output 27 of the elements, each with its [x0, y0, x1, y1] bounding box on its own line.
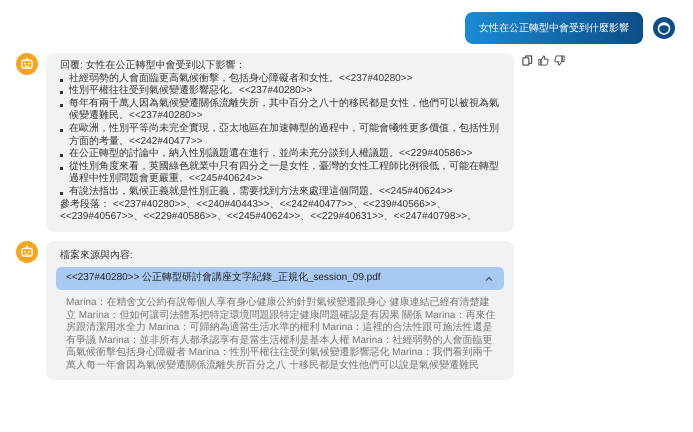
- bullet-icon: [60, 166, 63, 170]
- answer-intro: 回覆: 女性在公正轉型中會受到以下影響：: [60, 60, 247, 72]
- thumbs-up-icon[interactable]: [538, 55, 549, 66]
- robot-avatar-icon: [16, 53, 38, 75]
- user-message: 女性在公正轉型中會受到什麼影響: [465, 12, 643, 44]
- answer-bullet: 在公正轉型的討論中，納入性別議題還在進行，並尚未充分談到人權議題。<<229#40586>>: [69, 148, 472, 160]
- robot-avatar-icon: [16, 240, 38, 263]
- file-name: <<237#40280>> 公正轉型研討會講座文字紀錄_正規化_session_09.pdf: [66, 272, 381, 285]
- file-accordion[interactable]: <<237#40280>> 公正轉型研討會講座文字紀錄_正規化_session_09.pdf: [56, 267, 504, 290]
- sources-title: 檔案來源與內容:: [60, 250, 134, 262]
- answer-bullet: 社經弱勢的人會面臨更高氣候衝擊，包括身心障礙者和女性。<<237#40280>>: [69, 72, 412, 84]
- answer-bullet: 每年有兩千萬人因為氣候變遷關係流離失所，其中百分之八十的移民都是女性，他們可以被視為氣候變遷難民。<<237#40280>>: [69, 98, 500, 122]
- answer-bullet: 有說法指出，氣候正義就是性別正義，需要找到方法來處理這個問題。<<245#40624>>: [69, 186, 452, 198]
- copy-icon[interactable]: [522, 55, 533, 66]
- reference-list: 參考段落： <<237#40280>>、<<240#40443>>、<<242#40477>>、<<239#40566>>、<<239#40567>>、<<229#40586>>、<<245#40624>>、<<229#40631>>、<<247#40798>>。: [60, 198, 504, 224]
- bullet-icon: [60, 104, 63, 107]
- bullet-icon: [60, 192, 63, 195]
- bullet-icon: [60, 78, 63, 82]
- thumbs-down-icon[interactable]: [554, 55, 565, 66]
- bullet-icon: [60, 128, 63, 132]
- answer-bullet: 在歐洲，性別平等尚未完全實現，亞太地區在加速轉型的過程中，可能會犧牲更多價值，包括性別方面的考量。<<242#40477>>: [69, 122, 500, 148]
- bullet-icon: [60, 154, 63, 158]
- file-excerpt: Marina：在精舍文公約有說每個人享有身心健康公約針對氣候變遷跟身心 健康連結已經有清楚建立 Marina：但如何讓司法體系把特定環境問題跟特定健康問題確認是有因果 關係 Marina：再來住房跟清潔用水全力 Marina：可歸納為適當生活水準的權利 Marina：這裡的合法性跟可施法性還是有爭議 Marina：並非所有人都承認享有是當生活權利是基本人權 Marina：社經弱勢的人會面臨更高氣候衝擊包括身心障礙者 Marina：性別平權往往受到氣候變遷影響惡化 Marina：我們看到兩千萬人每一年會因為氣候變遷關係流離失所百分之八 十移民都是女性他們可以說是氣候變遷難民: [66, 296, 496, 372]
- answer-bullet: 從性別角度來看，英國綠色就業中只有四分之一是女性，臺灣的女性工程師比例很低，可能在轉型過程中性別問題會更嚴重。<<245#40624>>: [69, 160, 500, 186]
- answer-bullet: 性別平權往往受到氣候變遷影響惡化。<<237#40280>>: [69, 85, 312, 98]
- user-avatar-icon: [653, 17, 675, 39]
- bullet-icon: [60, 91, 63, 94]
